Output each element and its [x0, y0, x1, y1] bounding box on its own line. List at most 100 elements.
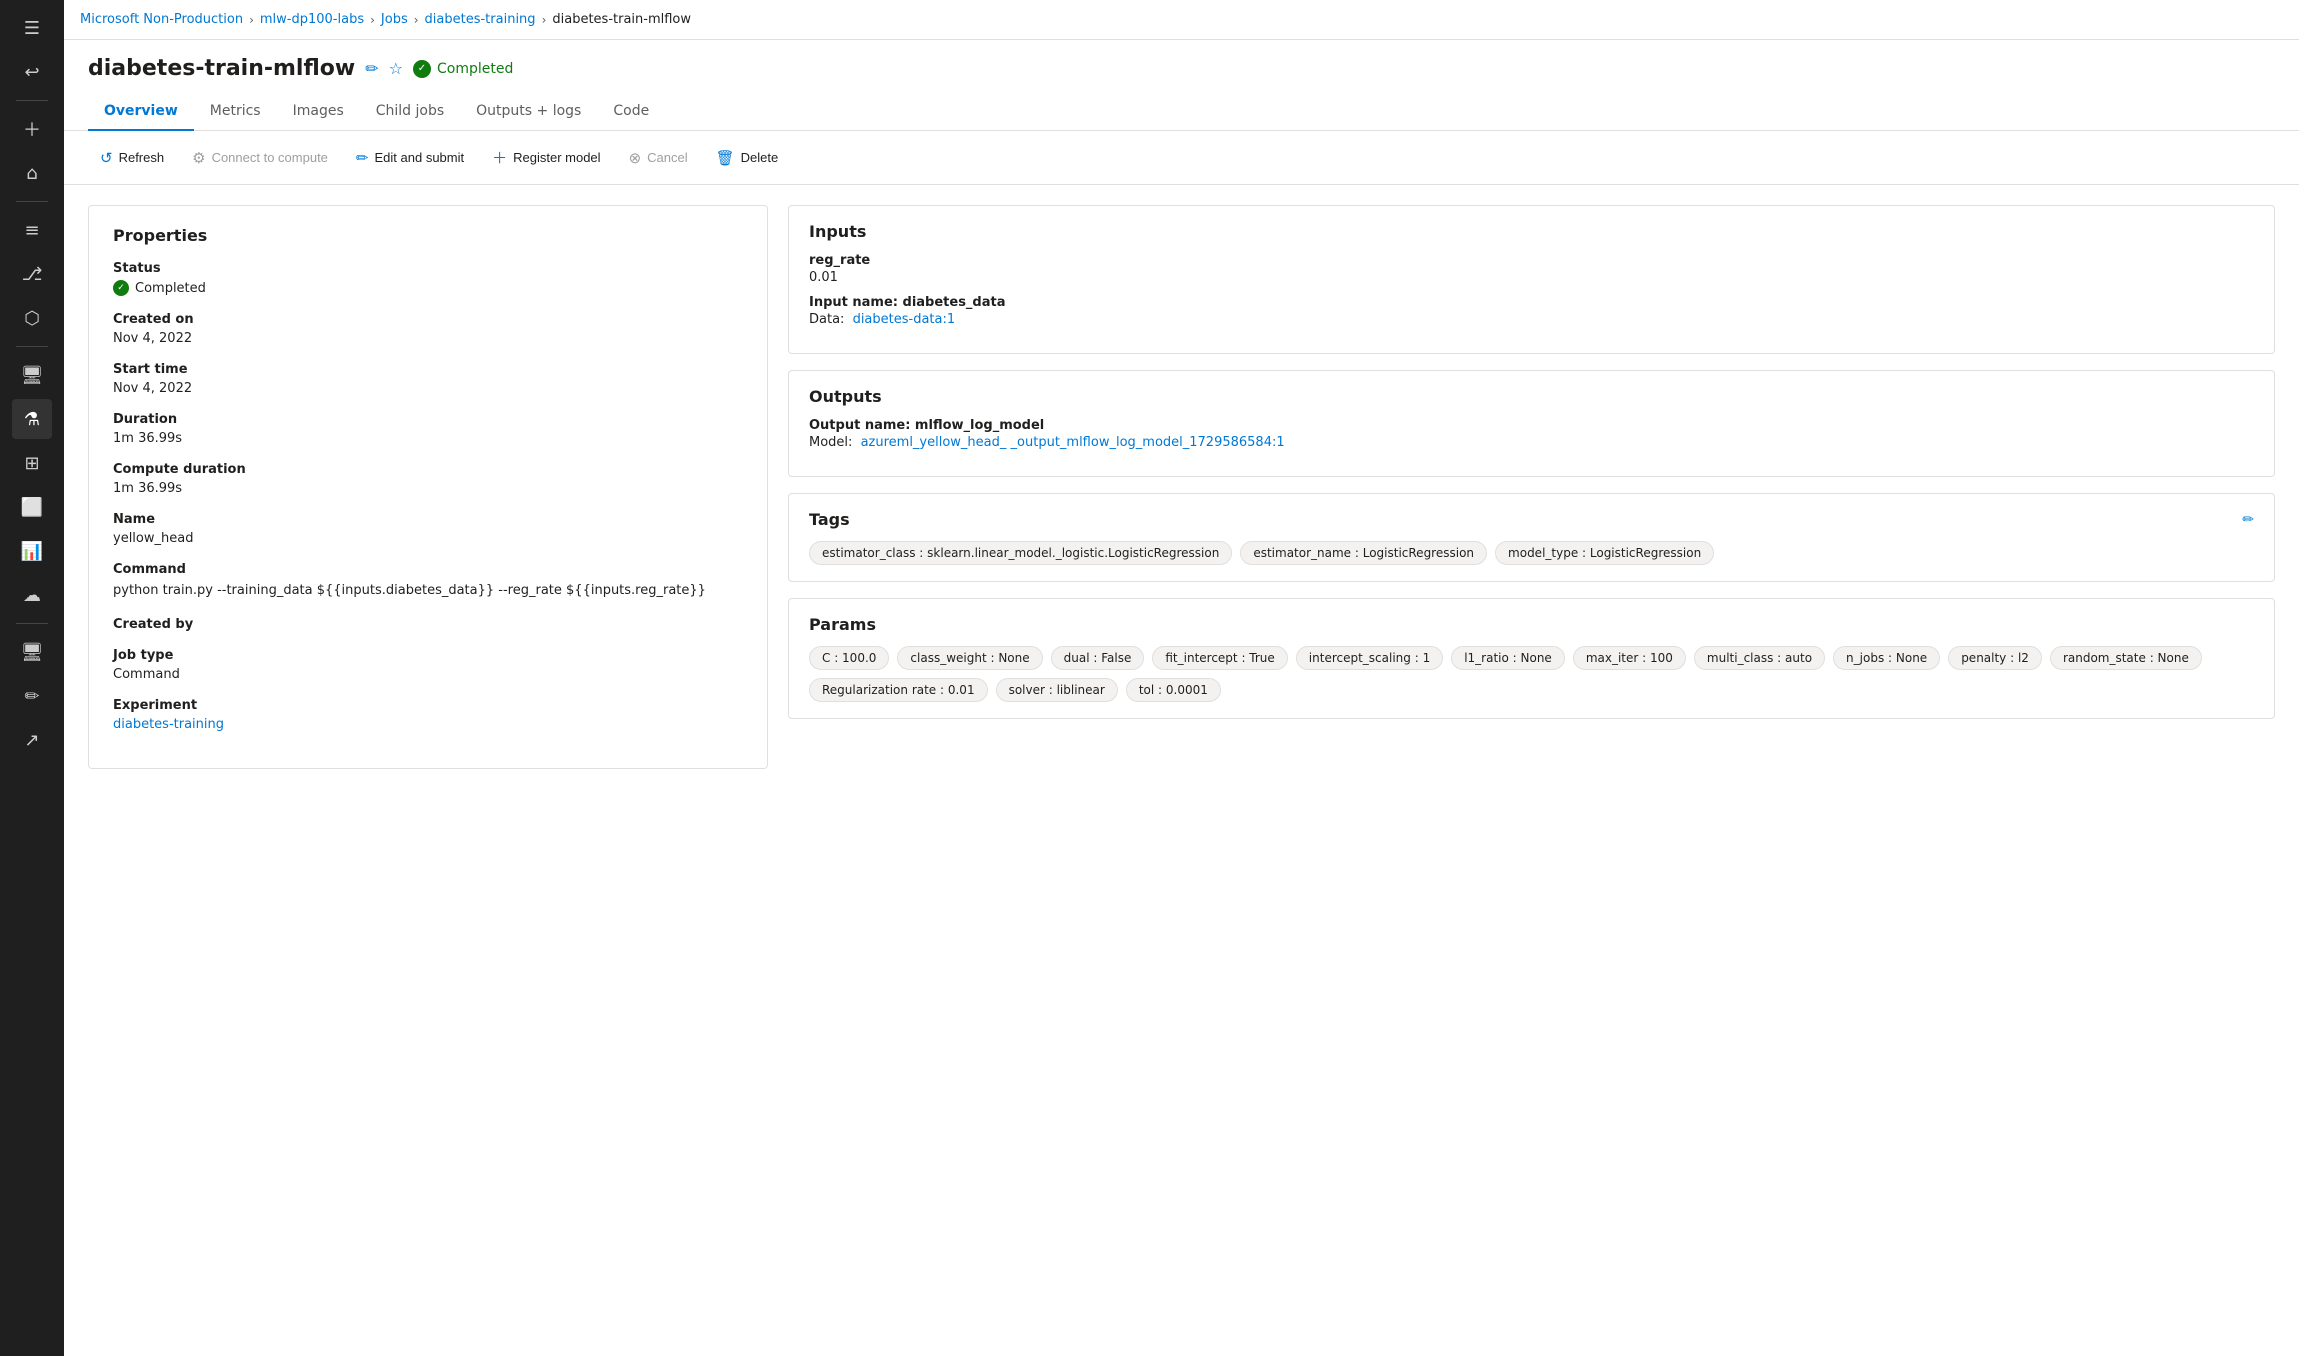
prop-duration-value: 1m 36.99s: [113, 431, 743, 446]
param-item: C : 100.0: [809, 646, 889, 670]
breadcrumb: Microsoft Non-Production › mlw-dp100-lab…: [64, 0, 2299, 40]
register-icon: ＋: [492, 147, 507, 168]
params-card: Params C : 100.0class_weight : Nonedual …: [788, 598, 2275, 719]
export-icon[interactable]: ↗: [12, 720, 52, 760]
star-icon[interactable]: ☆: [389, 59, 403, 78]
prop-command-value: python train.py --training_data ${{input…: [113, 581, 743, 601]
register-label: Register model: [513, 150, 600, 165]
param-item: random_state : None: [2050, 646, 2202, 670]
breadcrumb-item-4: diabetes-train-mlflow: [552, 12, 691, 27]
edit-label: Edit and submit: [375, 150, 465, 165]
register-model-button[interactable]: ＋ Register model: [480, 141, 612, 174]
refresh-label: Refresh: [119, 150, 165, 165]
main-content: Microsoft Non-Production › mlw-dp100-lab…: [64, 0, 2299, 1356]
prop-created-on: Created on Nov 4, 2022: [113, 312, 743, 346]
edit-submit-button[interactable]: ✏ Edit and submit: [344, 143, 476, 173]
branch-icon[interactable]: ⎇: [12, 254, 52, 294]
tag-item: model_type : LogisticRegression: [1495, 541, 1714, 565]
prop-duration: Duration 1m 36.99s: [113, 412, 743, 446]
prop-name-value: yellow_head: [113, 531, 743, 546]
param-item: fit_intercept : True: [1152, 646, 1287, 670]
prop-status-label: Status: [113, 261, 743, 276]
edit-icon: ✏: [356, 149, 369, 167]
model-label: Model:: [809, 435, 852, 450]
connect-compute-button[interactable]: ⚙ Connect to compute: [180, 143, 340, 173]
outputs-title: Outputs: [809, 387, 2254, 406]
add-icon[interactable]: ＋: [12, 109, 52, 149]
list-icon[interactable]: ≡: [12, 210, 52, 250]
tag-item: estimator_class : sklearn.linear_model._…: [809, 541, 1232, 565]
refresh-button[interactable]: ↺ Refresh: [88, 143, 176, 173]
sidebar-divider: [16, 100, 48, 101]
output-model-row: Model: azureml_yellow_head_ _output_mlfl…: [809, 435, 2254, 450]
flask-icon[interactable]: ⚗: [12, 399, 52, 439]
edit2-icon[interactable]: ✏: [12, 676, 52, 716]
param-item: class_weight : None: [897, 646, 1042, 670]
tab-overview[interactable]: Overview: [88, 93, 194, 131]
breadcrumb-item-3[interactable]: diabetes-training: [425, 12, 536, 27]
back-icon[interactable]: ↩: [12, 52, 52, 92]
prop-job-type: Job type Command: [113, 648, 743, 682]
prop-experiment-value[interactable]: diabetes-training: [113, 717, 743, 732]
inputs-card: Inputs reg_rate 0.01 Input name: diabete…: [788, 205, 2275, 354]
workflow-icon[interactable]: ⬜: [12, 487, 52, 527]
tags-edit-icon[interactable]: ✏: [2242, 512, 2254, 528]
model-link1[interactable]: azureml_yellow_head_: [861, 435, 1007, 450]
params-title: Params: [809, 615, 2254, 634]
breadcrumb-item-1[interactable]: mlw-dp100-labs: [260, 12, 364, 27]
compute-icon[interactable]: 🖥: [12, 355, 52, 395]
prop-start-time-value: Nov 4, 2022: [113, 381, 743, 396]
prop-job-type-value: Command: [113, 667, 743, 682]
edit-title-icon[interactable]: ✏: [365, 59, 378, 78]
model-link2[interactable]: _output_mlflow_log_model_1729586584:1: [1011, 435, 1285, 450]
breadcrumb-item-0[interactable]: Microsoft Non-Production: [80, 12, 243, 27]
inputs-title: Inputs: [809, 222, 2254, 241]
data-label: Data:: [809, 312, 844, 327]
tab-code[interactable]: Code: [597, 93, 665, 131]
menu-icon[interactable]: ☰: [12, 8, 52, 48]
tab-metrics[interactable]: Metrics: [194, 93, 277, 131]
tab-child-jobs[interactable]: Child jobs: [360, 93, 460, 131]
properties-panel: Properties Status ✓ Completed Created on…: [88, 205, 768, 1336]
param-item: multi_class : auto: [1694, 646, 1825, 670]
connect-label: Connect to compute: [212, 150, 328, 165]
cancel-button[interactable]: ⊗ Cancel: [617, 143, 700, 173]
prop-duration-label: Duration: [113, 412, 743, 427]
param-item: Regularization rate : 0.01: [809, 678, 988, 702]
status-icon: ✓: [413, 60, 431, 78]
data-icon[interactable]: 📊: [12, 531, 52, 571]
tabs: Overview Metrics Images Child jobs Outpu…: [64, 93, 2299, 131]
reg-rate-row: reg_rate 0.01: [809, 253, 2254, 285]
tags-container: estimator_class : sklearn.linear_model._…: [809, 541, 2254, 565]
prop-command: Command python train.py --training_data …: [113, 562, 743, 601]
page-title: diabetes-train-mlflow: [88, 56, 355, 81]
param-item: penalty : l2: [1948, 646, 2042, 670]
prop-status-dot: ✓: [113, 280, 129, 296]
tab-outputs-logs[interactable]: Outputs + logs: [460, 93, 597, 131]
prop-name: Name yellow_head: [113, 512, 743, 546]
data-link[interactable]: diabetes-data:1: [853, 312, 956, 327]
breadcrumb-sep-1: ›: [370, 13, 375, 27]
input-name-row: Input name: diabetes_data Data: diabetes…: [809, 295, 2254, 327]
status-badge: ✓ Completed: [413, 60, 513, 78]
monitor-icon[interactable]: 🖥: [12, 632, 52, 672]
connect-icon: ⚙: [192, 149, 205, 167]
breadcrumb-sep-3: ›: [542, 13, 547, 27]
breadcrumb-item-2[interactable]: Jobs: [381, 12, 408, 27]
prop-created-by-label: Created by: [113, 617, 743, 632]
nodes-icon[interactable]: ⬡: [12, 298, 52, 338]
grid-icon[interactable]: ⊞: [12, 443, 52, 483]
delete-label: Delete: [741, 150, 779, 165]
tab-images[interactable]: Images: [277, 93, 360, 131]
delete-button[interactable]: 🗑 Delete: [704, 143, 791, 173]
prop-compute-duration-value: 1m 36.99s: [113, 481, 743, 496]
home-icon[interactable]: ⌂: [12, 153, 52, 193]
status-label: Completed: [437, 61, 513, 77]
cancel-label: Cancel: [647, 150, 687, 165]
input-name-label: Input name: diabetes_data: [809, 295, 2254, 310]
cloud-icon[interactable]: ☁: [12, 575, 52, 615]
prop-compute-duration-label: Compute duration: [113, 462, 743, 477]
sidebar-divider4: [16, 623, 48, 624]
sidebar-divider2: [16, 201, 48, 202]
right-panel: Inputs reg_rate 0.01 Input name: diabete…: [788, 205, 2275, 1336]
